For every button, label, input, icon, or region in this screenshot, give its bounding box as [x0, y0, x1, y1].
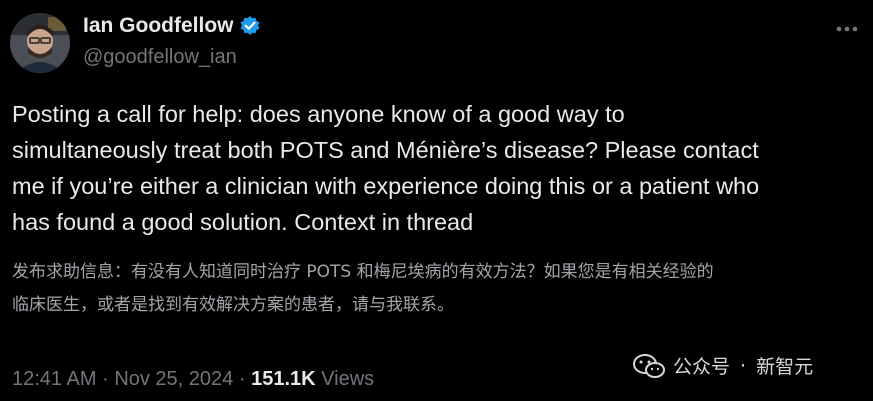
- watermark: 公众号 · 新智元: [633, 352, 813, 379]
- meta-separator: ·: [102, 368, 109, 390]
- author-handle[interactable]: @goodfellow_ian: [83, 46, 237, 69]
- tweet-text: Posting a call for help: does anyone kno…: [12, 101, 760, 235]
- avatar-image: [10, 13, 70, 73]
- more-options-icon[interactable]: [834, 16, 860, 42]
- tweet-meta: 12:41 AM · Nov 25, 2024 · 151.1K Views: [12, 368, 374, 391]
- views-count: 151.1K: [251, 368, 316, 390]
- meta-separator: ·: [238, 368, 246, 390]
- tweet-time[interactable]: 12:41 AM: [12, 368, 97, 390]
- watermark-account: 公众号: [673, 356, 731, 378]
- verified-badge-icon: [240, 16, 259, 35]
- wechat-icon: [633, 353, 665, 378]
- display-name-text: Ian Goodfellow: [83, 14, 234, 37]
- watermark-dot: ·: [740, 354, 747, 377]
- avatar[interactable]: [10, 13, 70, 73]
- views-label: Views: [321, 368, 375, 390]
- tweet-translation: 发布求助信息：有没有人知道同时治疗 POTS 和梅尼埃病的有效方法？如果您是有相…: [12, 262, 714, 315]
- tweet-date[interactable]: Nov 25, 2024: [114, 368, 233, 390]
- watermark-name: 新智元: [756, 356, 814, 378]
- author-name[interactable]: Ian Goodfellow: [83, 14, 261, 38]
